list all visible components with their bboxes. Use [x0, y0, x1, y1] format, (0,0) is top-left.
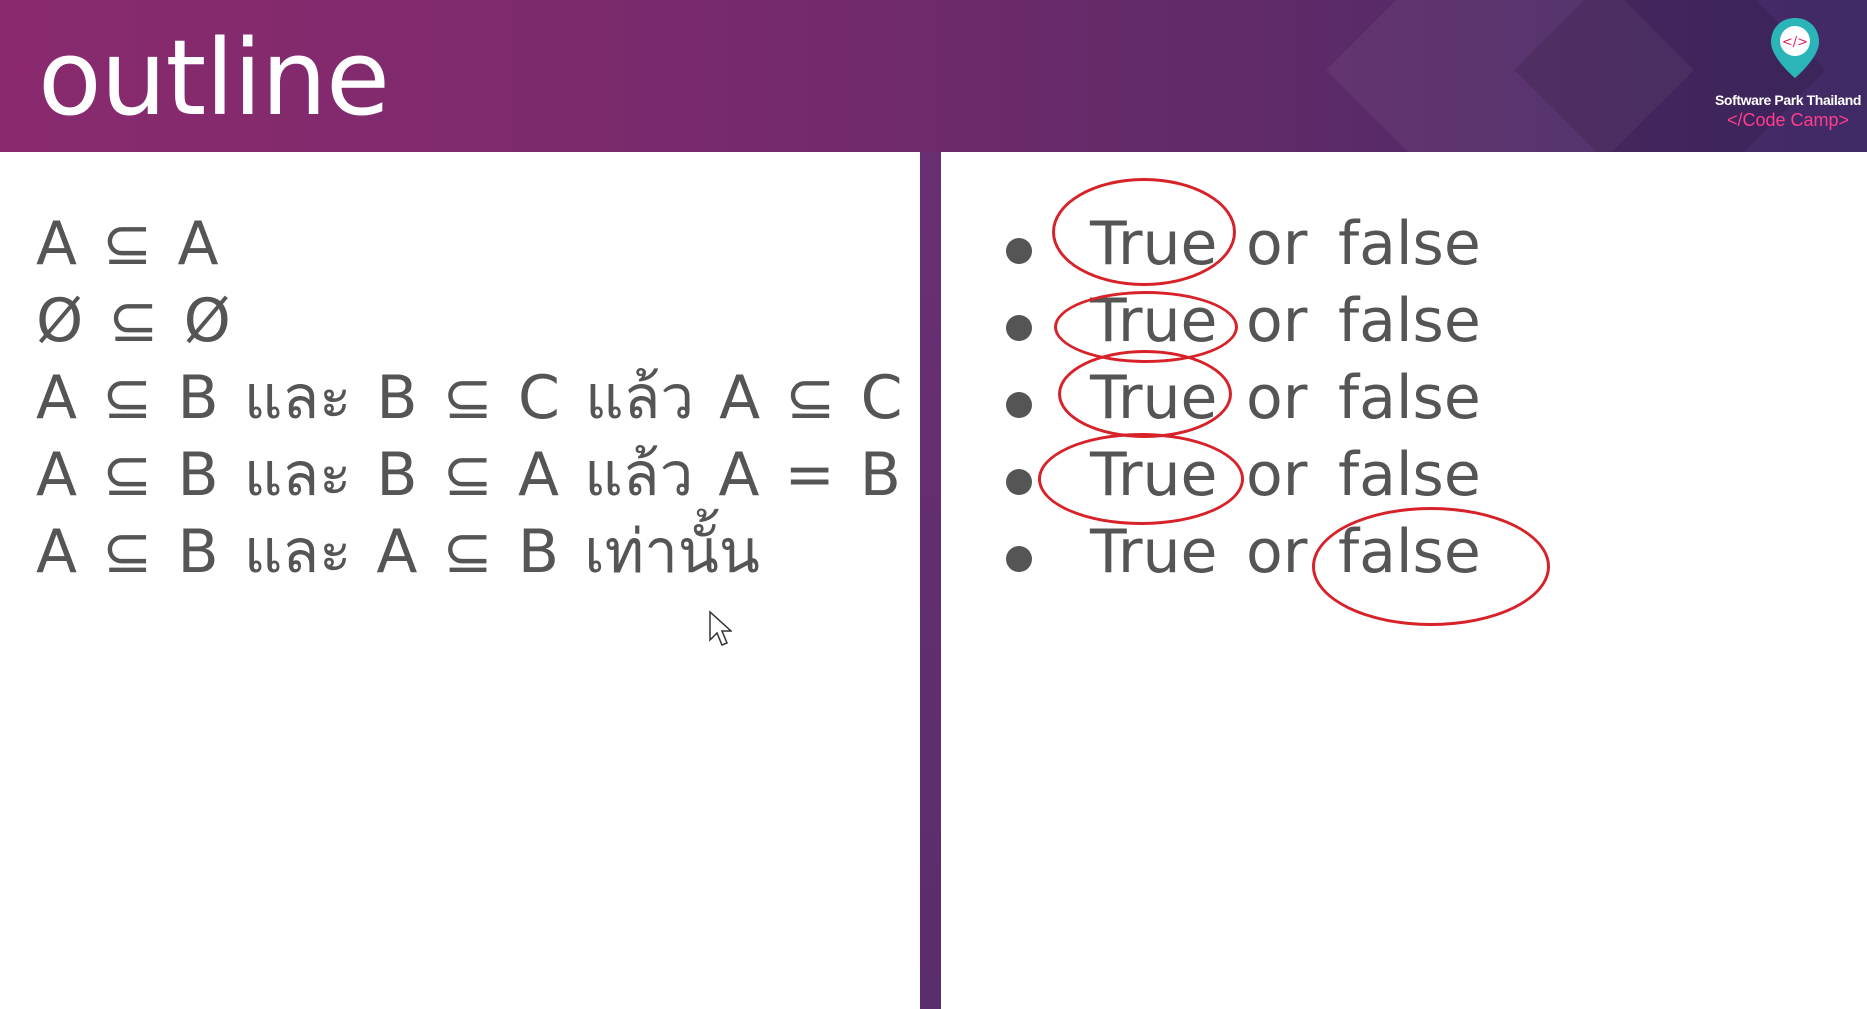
false-label: false	[1338, 440, 1481, 510]
answer-item: True or false	[1000, 283, 1800, 363]
statement-line: A ⊆ B และ B ⊆ C แล้ว A ⊆ C	[36, 363, 903, 433]
statement-line: A ⊆ A	[36, 209, 219, 279]
answer-item: True or false	[1000, 433, 1800, 525]
statement-line: Ø ⊆ Ø	[36, 286, 231, 356]
bullet-icon	[1006, 315, 1032, 341]
center-divider	[920, 152, 941, 1009]
false-label: false	[1338, 363, 1481, 433]
bullet-icon	[1006, 546, 1032, 572]
or-label: or	[1246, 286, 1308, 356]
mouse-pointer-icon	[709, 610, 732, 646]
true-false-answers: True or false True or false True or fals…	[1000, 178, 1800, 626]
or-label: or	[1246, 363, 1308, 433]
logo-name: Software Park Thailand	[1714, 92, 1862, 108]
answer-item: True or false	[1000, 350, 1800, 438]
statement-line: A ⊆ B และ B ⊆ A แล้ว A = B	[36, 440, 901, 510]
subset-statements: A ⊆ A Ø ⊆ Ø A ⊆ B และ B ⊆ C แล้ว A ⊆ C A…	[36, 206, 906, 591]
slide-title: outline	[38, 17, 390, 139]
answer-circle-annotation	[1052, 178, 1236, 286]
bullet-icon	[1006, 392, 1032, 418]
svg-text:</>: </>	[1782, 35, 1808, 50]
answer-item: True or false	[1000, 507, 1800, 626]
answer-circle-annotation	[1312, 507, 1550, 626]
or-label: or	[1246, 209, 1308, 279]
answer-circle-annotation	[1058, 350, 1232, 438]
answer-circle-annotation	[1038, 433, 1244, 525]
true-label: True	[1090, 517, 1218, 587]
false-label: false	[1338, 286, 1481, 356]
or-label: or	[1246, 440, 1308, 510]
or-label: or	[1246, 517, 1308, 587]
bullet-icon	[1006, 469, 1032, 495]
logo-tagline: </Code Camp>	[1726, 110, 1850, 130]
false-label: false	[1338, 209, 1481, 279]
answer-item: True or false	[1000, 178, 1800, 286]
code-pin-icon: </>	[1771, 18, 1819, 78]
software-park-logo: </> Software Park Thailand </Code Camp>	[1708, 16, 1867, 146]
bullet-icon	[1006, 238, 1032, 264]
statement-line: A ⊆ B และ A ⊆ B เท่านั้น	[36, 517, 760, 587]
slide-header: outline </> Software Park Thailand </Cod…	[0, 0, 1867, 152]
